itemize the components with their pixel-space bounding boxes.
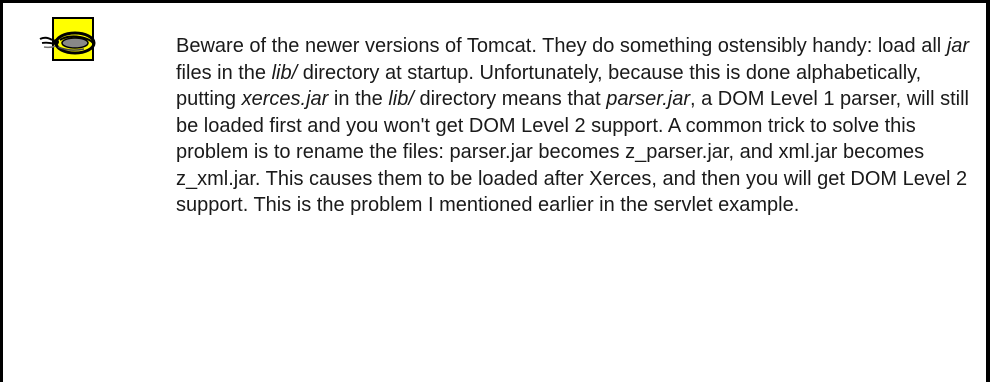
warning-note-box: Beware of the newer versions of Tomcat. …	[0, 0, 990, 382]
italic-term: parser.jar	[606, 88, 690, 110]
text-run: files in the	[176, 61, 272, 84]
italic-term: xerces.jar	[241, 88, 329, 110]
snake-warning-icon	[39, 17, 96, 61]
snake-icon-graphic	[39, 31, 96, 55]
warning-text: Beware of the newer versions of Tomcat. …	[176, 33, 976, 219]
text-run: in the	[328, 88, 389, 110]
italic-term: jar	[946, 35, 970, 57]
italic-term: lib/	[388, 88, 414, 110]
text-run: Beware of the newer versions of Tomcat. …	[176, 35, 947, 57]
italic-term: lib/	[271, 61, 298, 84]
text-run: directory means that	[413, 88, 607, 110]
